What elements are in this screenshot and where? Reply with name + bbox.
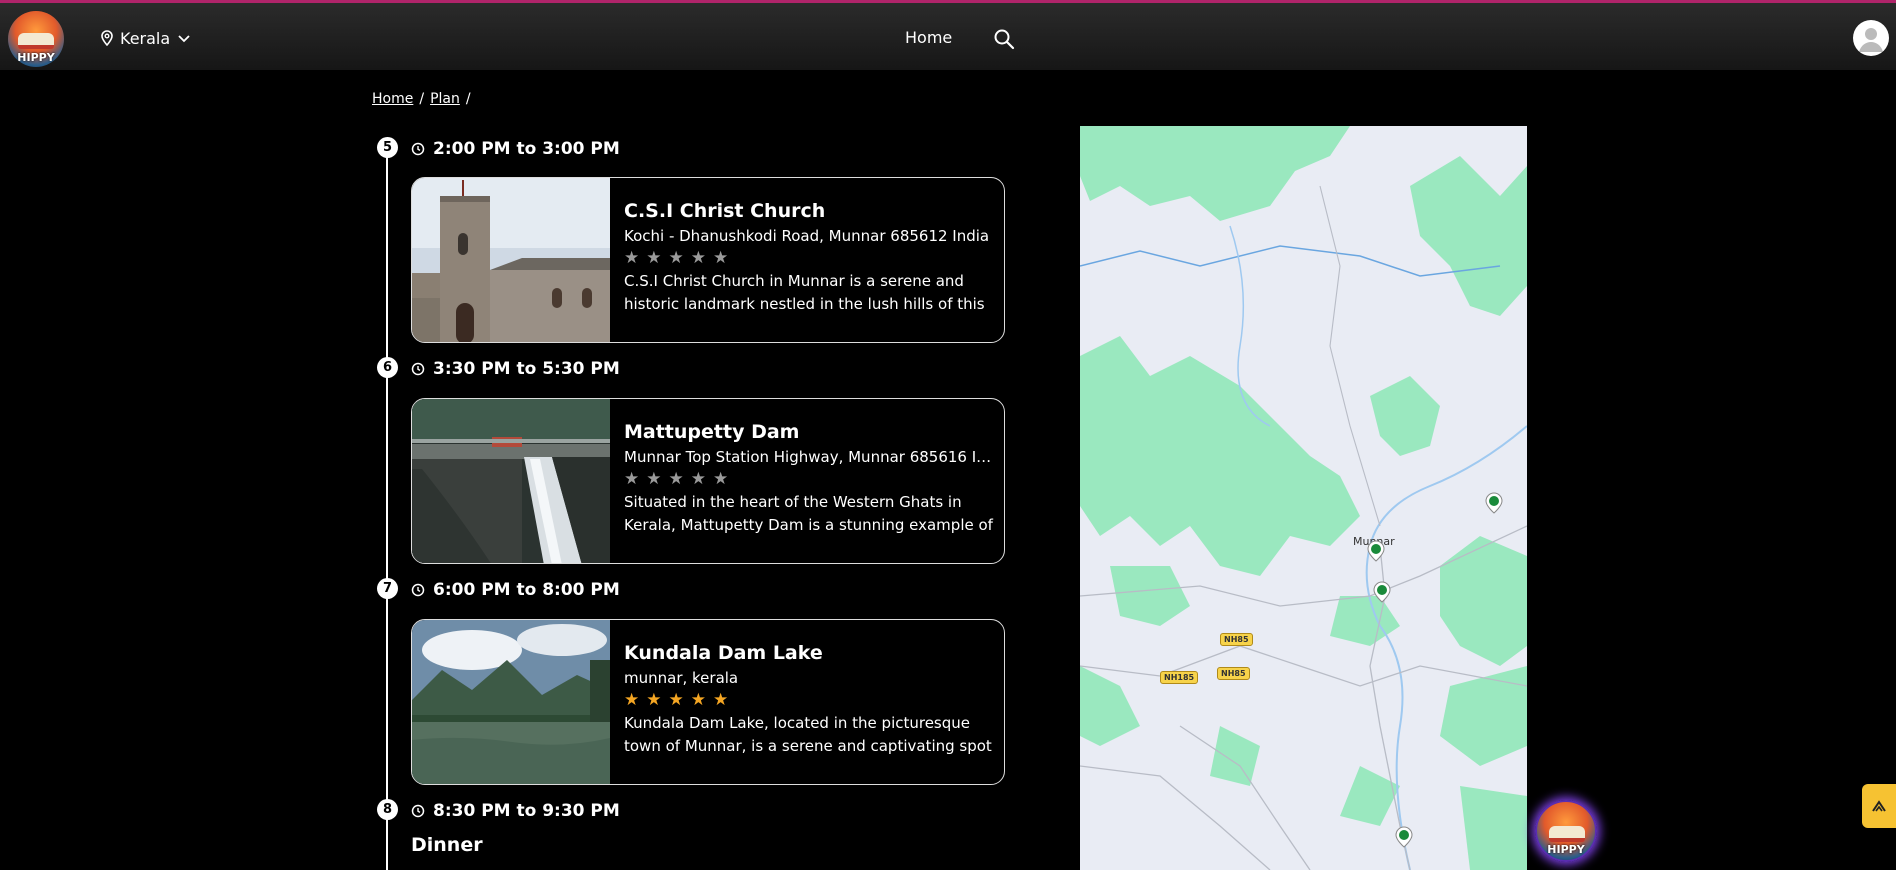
collapse-arrow-icon [1872,800,1886,812]
clock-icon [411,804,425,818]
star-icon: ★ [713,248,729,268]
step-number: 6 [377,357,398,378]
star-icon: ★ [646,469,662,489]
highway-badge: NH85 [1217,667,1250,680]
place-address: munnar, kerala [624,669,739,687]
side-feedback-tab[interactable] [1862,784,1896,828]
star-icon: ★ [713,690,729,710]
description-line: C.S.I Christ Church in Munnar is a seren… [624,272,964,290]
clock-icon [411,583,425,597]
location-selector[interactable]: Kerala [100,27,192,49]
star-rating: ★ ★ ★ ★ ★ [624,470,994,488]
step-number: 8 [377,799,398,820]
top-navigation-bar: HIPPY Kerala Home [0,0,1896,70]
place-title[interactable]: Kundala Dam Lake [624,642,994,664]
place-description: Kundala Dam Lake, located in the picture… [624,712,994,758]
star-icon: ★ [690,469,706,489]
place-card[interactable]: C.S.I Christ Church Kochi - Dhanushkodi … [411,177,1005,343]
location-pin-icon [101,30,113,46]
place-title[interactable]: C.S.I Christ Church [624,200,994,222]
star-icon: ★ [624,690,640,710]
search-icon[interactable] [993,28,1015,50]
logo-text: HIPPY [17,51,55,64]
description-line: historic landmark nestled in the lush hi… [624,295,985,313]
step-number: 5 [377,137,398,158]
star-icon: ★ [646,690,662,710]
star-icon: ★ [624,248,640,268]
star-icon: ★ [646,248,662,268]
place-address: Kochi - Dhanushkodi Road, Munnar 685612 … [624,227,990,245]
star-icon: ★ [690,690,706,710]
nav-home-link[interactable]: Home [905,28,952,47]
hippy-logo[interactable]: HIPPY [8,11,64,67]
highway-badge: NH85 [1220,633,1253,646]
star-icon: ★ [690,248,706,268]
time-label: 2:00 PM to 3:00 PM [433,139,620,159]
dinner-title: Dinner [411,834,483,856]
clock-icon [411,362,425,376]
clock-icon [411,142,425,156]
time-slot: 8:30 PM to 9:30 PM [411,800,620,822]
description-line: Kundala Dam Lake, located in the picture… [624,714,971,732]
step-number: 7 [377,578,398,599]
place-photo-dam [412,399,610,563]
description-line: Situated in the heart of the Western Gha… [624,493,962,511]
place-description: C.S.I Christ Church in Munnar is a seren… [624,270,994,316]
location-label: Kerala [120,28,171,48]
breadcrumb-separator: / [465,91,471,107]
time-label: 8:30 PM to 9:30 PM [433,801,620,821]
star-icon: ★ [713,469,729,489]
map-terrain [1080,126,1527,870]
place-card[interactable]: Mattupetty Dam Munnar Top Station Highwa… [411,398,1005,564]
breadcrumb-plan[interactable]: Plan [430,91,460,107]
van-icon [1549,826,1585,842]
time-slot: 3:30 PM to 5:30 PM [411,358,620,380]
breadcrumb-home[interactable]: Home [372,91,413,107]
map-marker-icon[interactable] [1367,540,1385,562]
user-avatar-icon[interactable] [1853,20,1889,56]
star-rating: ★ ★ ★ ★ ★ [624,691,994,709]
description-line: Kerala, Mattupetty Dam is a stunning exa… [624,516,993,534]
place-address: Munnar Top Station Highway, Munnar 68561… [624,448,994,466]
time-label: 3:30 PM to 5:30 PM [433,359,620,379]
place-card[interactable]: Kundala Dam Lake munnar, kerala ★ ★ ★ ★ … [411,619,1005,785]
star-icon: ★ [624,469,640,489]
fab-logo-text: HIPPY [1547,843,1585,856]
route-map[interactable]: Munnar NH85 NH185 NH85 [1080,126,1527,870]
van-icon [18,33,54,49]
time-slot: 2:00 PM to 3:00 PM [411,138,620,160]
timeline-line [386,140,388,870]
breadcrumb-separator: / [419,91,425,107]
breadcrumb: Home / Plan / [372,91,471,107]
place-photo-church [412,178,610,342]
place-photo-lake [412,620,610,784]
map-marker-icon[interactable] [1485,492,1503,514]
place-description: Situated in the heart of the Western Gha… [624,491,994,537]
description-line: town of Munnar, is a serene and captivat… [624,737,992,755]
time-label: 6:00 PM to 8:00 PM [433,580,620,600]
map-marker-icon[interactable] [1395,826,1413,848]
hippy-assistant-button[interactable]: HIPPY [1535,800,1597,862]
star-icon: ★ [668,248,684,268]
star-icon: ★ [668,690,684,710]
chevron-down-icon [178,35,190,43]
star-icon: ★ [668,469,684,489]
place-title[interactable]: Mattupetty Dam [624,421,994,443]
time-slot: 6:00 PM to 8:00 PM [411,579,620,601]
star-rating: ★ ★ ★ ★ ★ [624,249,994,267]
map-marker-icon[interactable] [1373,581,1391,603]
highway-badge: NH185 [1160,671,1199,684]
